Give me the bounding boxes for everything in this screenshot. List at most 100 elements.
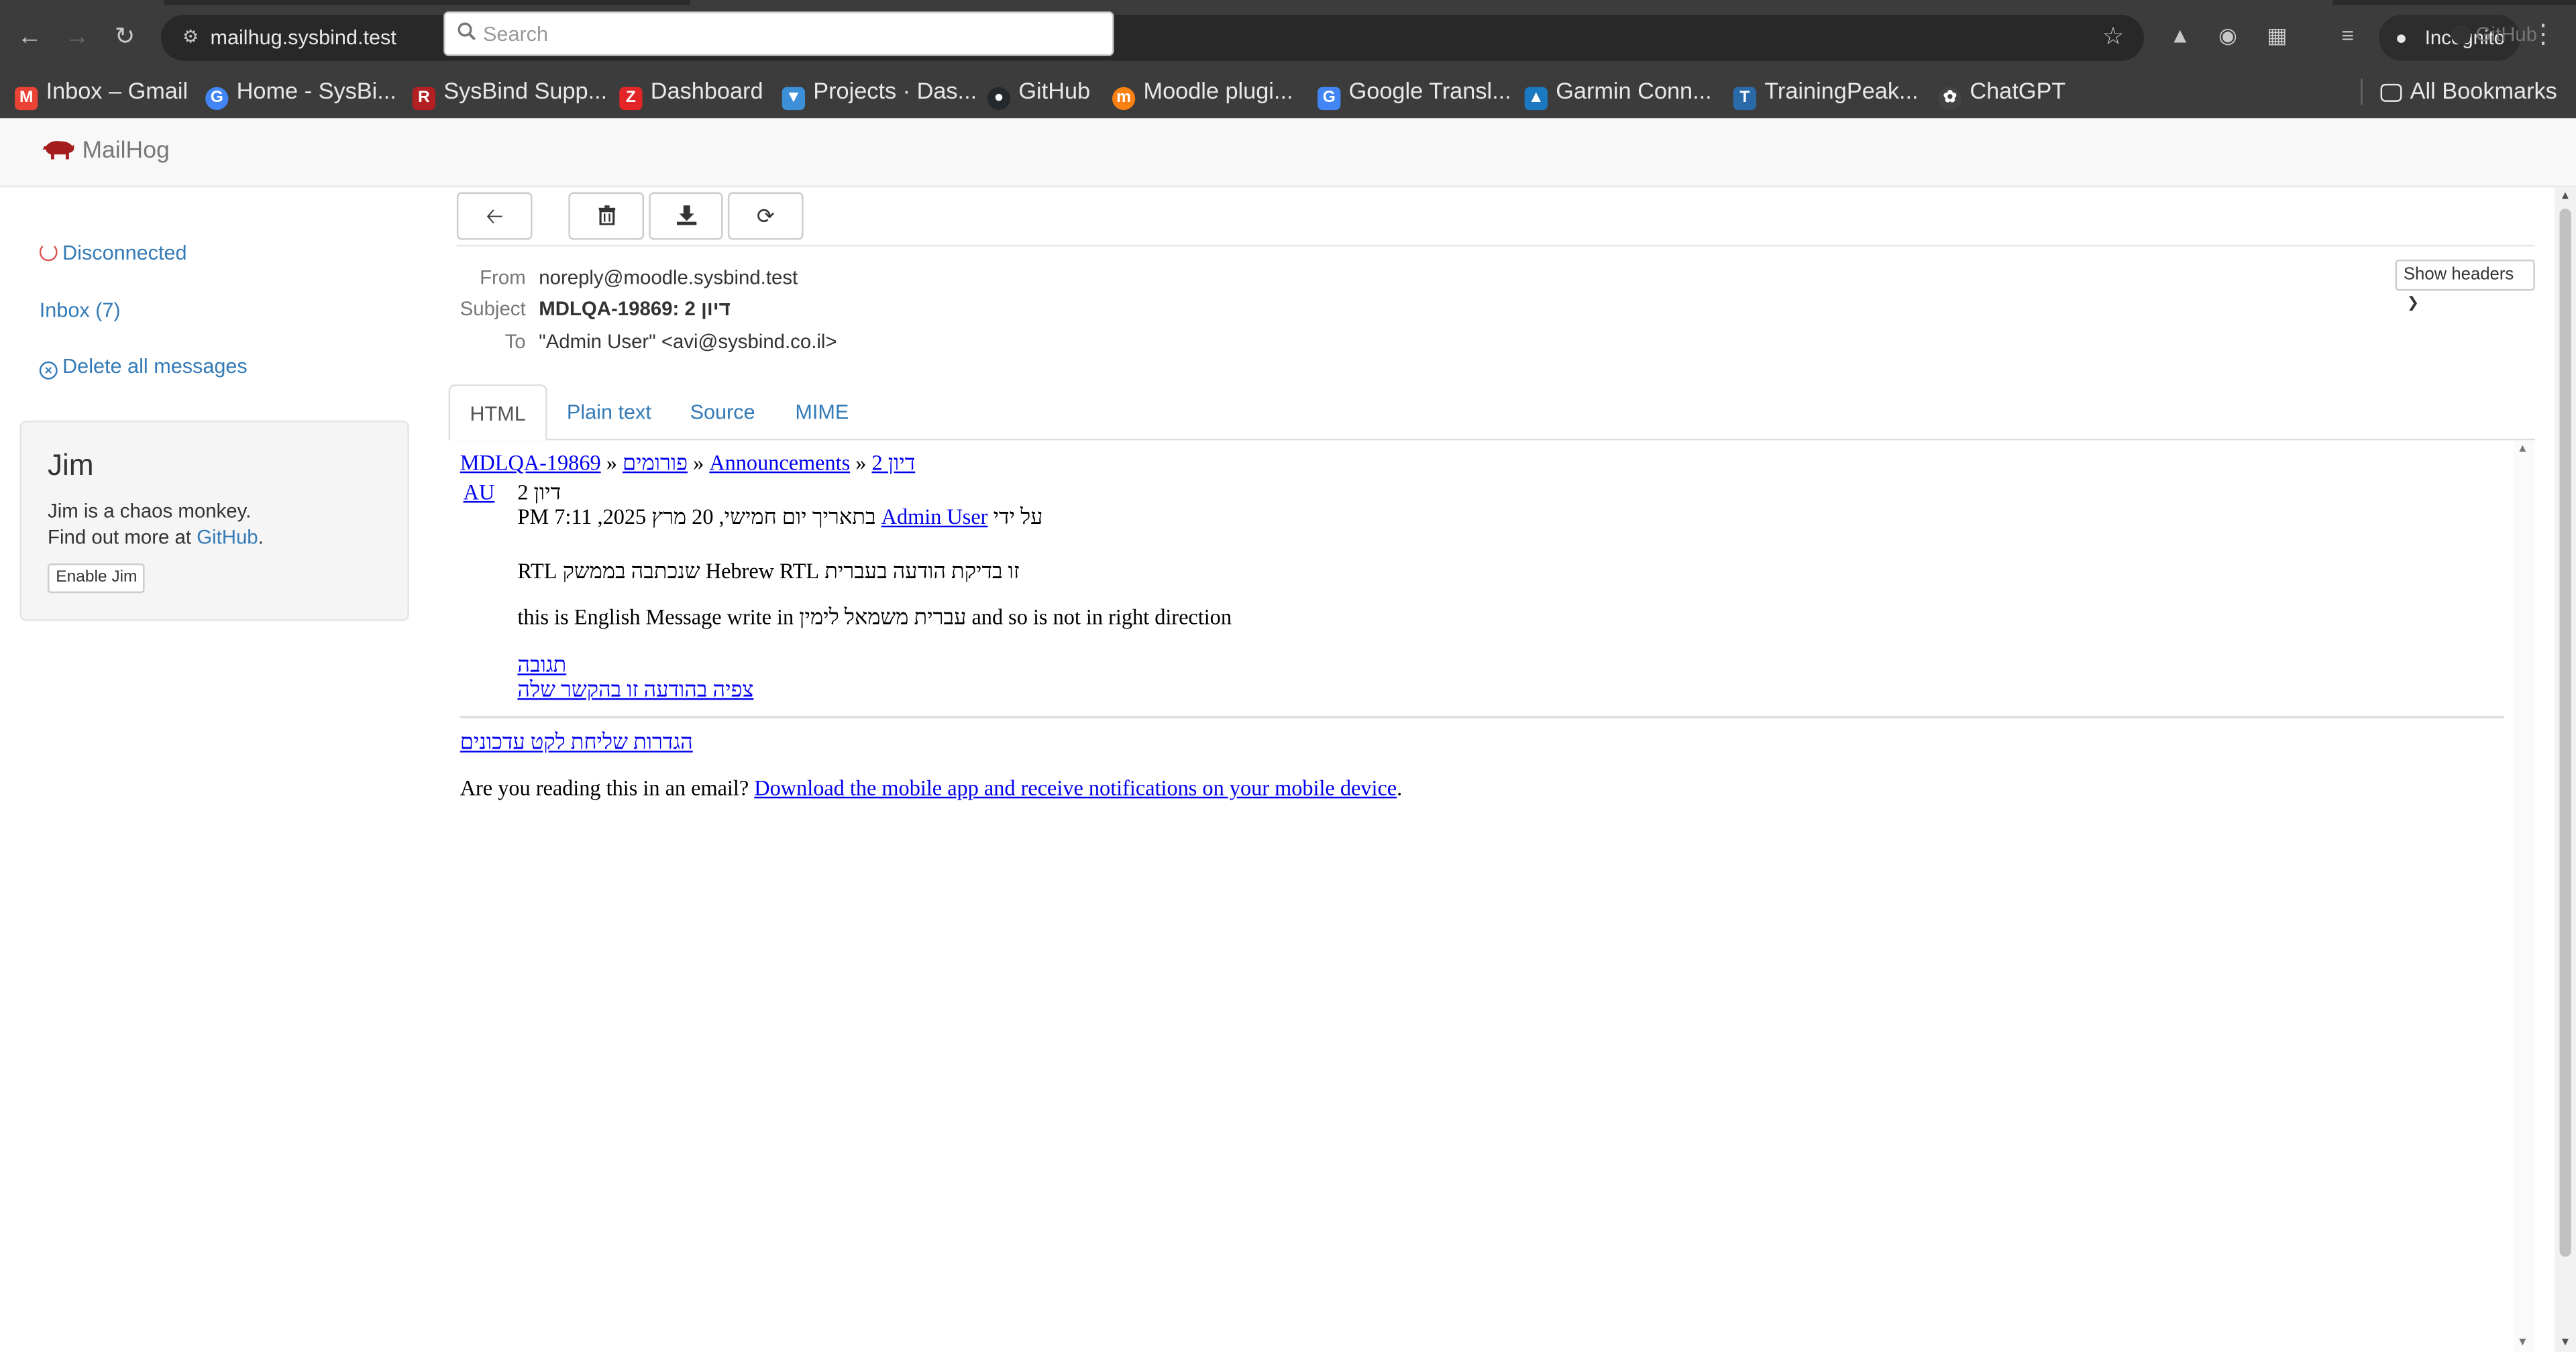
- scroll-up-icon[interactable]: ▲: [2560, 191, 2571, 202]
- jim-panel: Jim Jim is a chaos monkey. Find out more…: [19, 420, 409, 621]
- bookmark-label: Moodle plugi...: [1143, 77, 1293, 104]
- moodle-icon: m: [1112, 87, 1136, 111]
- jim-link-prefix: Find out more at: [48, 525, 197, 549]
- tab-plain-text[interactable]: Plain text: [547, 384, 672, 440]
- connection-status[interactable]: Disconnected: [39, 241, 187, 265]
- author-link[interactable]: Admin User: [881, 504, 988, 529]
- download-button[interactable]: [649, 192, 723, 240]
- bookmark-moodle[interactable]: m Moodle plugi...: [1112, 70, 1293, 111]
- extensions-puzzle-icon[interactable]: ▦: [2262, 21, 2292, 51]
- body-scrollbar[interactable]: ▲ ▼: [2513, 440, 2535, 1352]
- flame-extension-icon[interactable]: ▲: [2165, 21, 2195, 51]
- breadcrumb-course-link[interactable]: MDLQA-19869: [460, 450, 601, 475]
- all-bookmarks[interactable]: All Bookmarks: [2380, 70, 2557, 110]
- garmin-icon: ▲: [1524, 87, 1548, 111]
- bookmark-projects[interactable]: ▼ Projects · Das...: [782, 70, 977, 111]
- message-line-hebrew: זו בדיקת הודעה בעברית Hebrew RTL שנכתבה …: [517, 558, 1020, 584]
- translate-icon: G: [1318, 87, 1341, 111]
- tab-strip: [164, 0, 690, 5]
- breadcrumb-separator: »: [850, 450, 872, 475]
- jim-description: Jim is a chaos monkey.: [48, 499, 252, 523]
- connection-status-label: Disconnected: [62, 241, 187, 265]
- release-button[interactable]: ⟳: [727, 192, 804, 240]
- arrow-left-icon: 🡠: [486, 203, 504, 229]
- tab-mime[interactable]: MIME: [775, 384, 869, 440]
- bookmark-star-icon[interactable]: ☆: [2102, 21, 2125, 51]
- digest-settings-link[interactable]: הגדרות שליחת לקט עדכונים: [460, 729, 693, 754]
- github-link[interactable]: GitHub: [2451, 23, 2537, 46]
- scroll-up-icon[interactable]: ▲: [2517, 443, 2528, 455]
- jim-github-link[interactable]: GitHub: [197, 526, 258, 549]
- author-avatar[interactable]: AU: [464, 480, 495, 506]
- reload-icon[interactable]: ↻: [107, 19, 143, 56]
- bookmark-github[interactable]: ● GitHub: [987, 70, 1090, 111]
- digest-link-row: הגדרות שליחת לקט עדכונים: [460, 729, 693, 755]
- scrollbar-thumb[interactable]: [2559, 209, 2571, 1257]
- back-button[interactable]: 🡠: [456, 192, 533, 240]
- search-icon: [458, 22, 476, 41]
- bookmark-label: ChatGPT: [1970, 77, 2066, 104]
- breadcrumb-separator: »: [688, 450, 710, 475]
- breadcrumb-announcements-link[interactable]: Announcements: [709, 450, 850, 475]
- browser-toolbar: ← → ↻ ⚙ mailhug.sysbind.test ☆ ▲ ◉ ▦ ≡ ●…: [0, 0, 2576, 119]
- mailhog-logo[interactable]: MailHog: [42, 138, 170, 164]
- subject-value: MDLQA-19869: דיון 2: [539, 297, 731, 321]
- from-label: From: [480, 266, 526, 290]
- show-headers-button[interactable]: Show headers ❯: [2395, 259, 2535, 311]
- github-icon: [2451, 24, 2471, 45]
- bookmark-sysbind-support[interactable]: R SysBind Supp...: [412, 70, 608, 111]
- tab-html[interactable]: HTML: [448, 384, 547, 441]
- bookmark-dashboard[interactable]: Z Dashboard: [619, 70, 763, 111]
- hog-icon: [42, 141, 74, 160]
- avatar-initials-link[interactable]: AU: [464, 480, 495, 504]
- email-html-body: MDLQA-19869 » פורומים » Announcements » …: [450, 440, 2535, 1352]
- message-line-english: this is English Message write in עברית מ…: [517, 604, 1232, 629]
- page-scrollbar[interactable]: ▲ ▼: [2555, 187, 2576, 1352]
- context-link-row: צפיה בהודעה זו בהקשר שלה: [517, 677, 753, 703]
- mobile-app-link[interactable]: Download the mobile app and receive noti…: [754, 775, 1397, 800]
- remove-circle-icon: ×: [39, 361, 58, 380]
- bookmark-label: Home - SysBi...: [236, 77, 396, 104]
- tab-source[interactable]: Source: [670, 384, 775, 440]
- bookmark-label: Google Transl...: [1348, 77, 1511, 104]
- bookmark-home-sysbind[interactable]: G Home - SysBi...: [205, 70, 396, 111]
- inbox-link[interactable]: Inbox (7): [40, 299, 121, 322]
- github-link-label: GitHub: [2475, 23, 2538, 46]
- toolbar-divider: [456, 244, 2535, 247]
- delete-all-link[interactable]: × Delete all messages: [39, 355, 248, 380]
- bookmark-chatgpt[interactable]: ✿ ChatGPT: [1938, 70, 2066, 111]
- enable-jim-button[interactable]: Enable Jim: [48, 563, 146, 594]
- github-icon: ●: [987, 87, 1011, 111]
- bookmark-garmin[interactable]: ▲ Garmin Conn...: [1524, 70, 1712, 111]
- bookmark-google-translate[interactable]: G Google Transl...: [1318, 70, 1511, 111]
- media-controls-icon[interactable]: ≡: [2333, 21, 2363, 51]
- search-input[interactable]: [443, 11, 1114, 56]
- back-arrow-icon[interactable]: ←: [11, 19, 48, 56]
- reply-link[interactable]: תגובה: [517, 652, 566, 677]
- delete-message-button[interactable]: [568, 192, 645, 240]
- power-icon: [39, 243, 58, 262]
- view-in-context-link[interactable]: צפיה בהודעה זו בהקשר שלה: [517, 677, 753, 702]
- forward-arrow-icon[interactable]: →: [59, 19, 95, 56]
- bookmark-gmail[interactable]: M Inbox – Gmail: [15, 70, 188, 111]
- trash-icon: [598, 205, 614, 225]
- share-icon: ⟳: [756, 203, 775, 229]
- footer-suffix: .: [1397, 775, 1403, 800]
- bookmark-label: SysBind Supp...: [443, 77, 608, 104]
- tab-strip-right: [2332, 0, 2576, 5]
- bookmark-trainingpeaks[interactable]: T TrainingPeak...: [1733, 70, 1919, 111]
- gmail-icon: M: [15, 87, 38, 111]
- byline-prefix: על ידי: [987, 504, 1043, 529]
- blocked-extension-icon[interactable]: ◉: [2213, 21, 2243, 51]
- breadcrumb-forums-link[interactable]: פורומים: [623, 450, 688, 475]
- breadcrumb-discussion-link[interactable]: דיון 2: [872, 450, 916, 475]
- bookmark-label: Projects · Das...: [813, 77, 977, 104]
- to-value: "Admin User" <avi@sysbind.co.il>: [539, 330, 837, 354]
- gitlab-icon: ▼: [782, 87, 806, 111]
- google-icon: G: [205, 87, 229, 111]
- site-settings-icon[interactable]: ⚙: [177, 25, 203, 51]
- scroll-down-icon[interactable]: ▼: [2560, 1337, 2571, 1348]
- scroll-down-icon[interactable]: ▼: [2517, 1337, 2528, 1348]
- folder-icon: [2380, 83, 2402, 102]
- post-subject: דיון 2: [517, 480, 561, 504]
